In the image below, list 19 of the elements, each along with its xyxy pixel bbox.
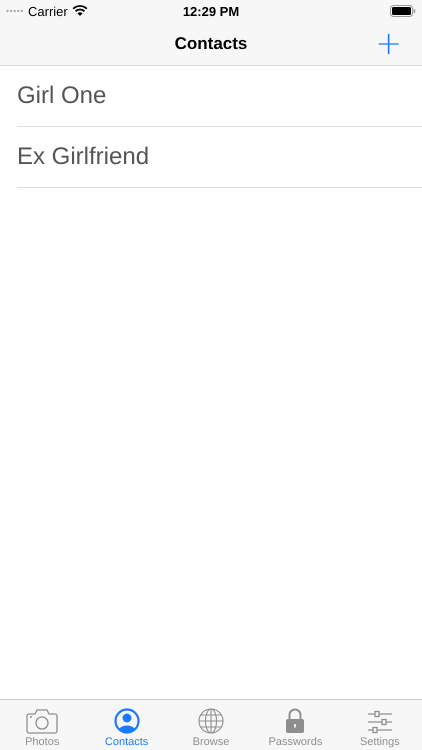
tab-item[interactable]: Settings: [338, 700, 422, 750]
camera-icon: [26, 708, 58, 734]
signal-icon: [6, 9, 24, 13]
add-button[interactable]: +: [369, 24, 408, 62]
nav-title: Contacts: [174, 34, 248, 54]
contact-row[interactable]: Ex Girlfriend: [17, 127, 422, 188]
contact-row[interactable]: Girl One: [17, 66, 422, 127]
tab-item[interactable]: Contacts: [84, 700, 169, 750]
tab-item[interactable]: Browse: [168, 700, 254, 750]
globe-icon: [198, 708, 224, 734]
carrier-name: Carrier: [28, 4, 68, 18]
lock-icon: [285, 708, 306, 734]
wifi-icon: [72, 5, 88, 17]
tab-item[interactable]: Photos: [0, 700, 84, 750]
sliders-icon: [366, 710, 393, 734]
person-icon: [114, 708, 140, 734]
battery-icon: [390, 5, 416, 17]
tab-item[interactable]: Passwords: [253, 700, 338, 750]
status-time: 12:29 PM: [182, 4, 240, 18]
